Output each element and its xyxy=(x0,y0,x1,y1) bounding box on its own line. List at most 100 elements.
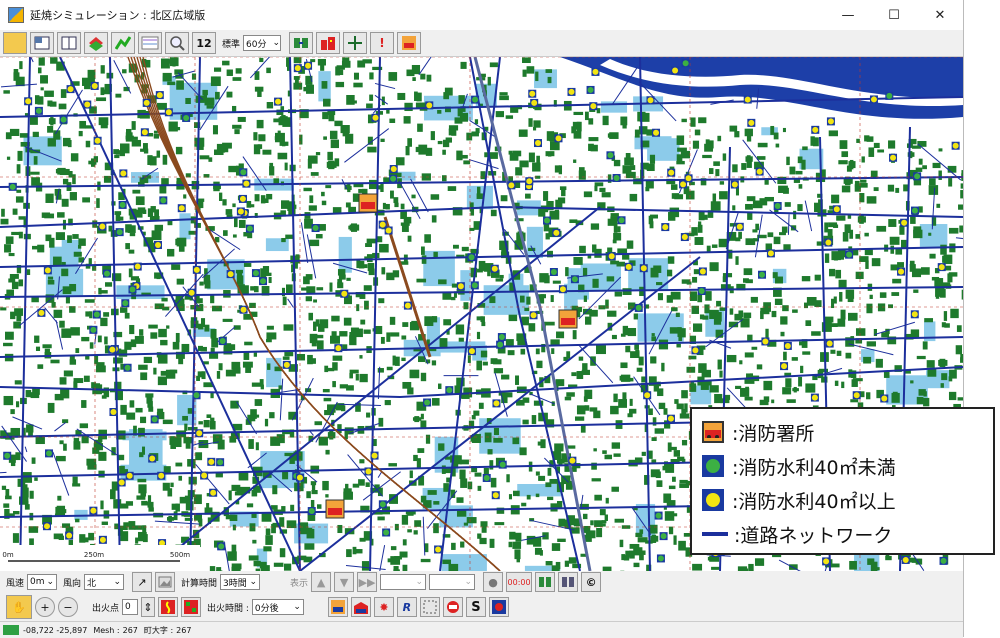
copyright-icon[interactable]: © xyxy=(581,572,601,592)
building xyxy=(672,477,676,482)
building xyxy=(56,195,62,200)
zoom-in-icon[interactable]: + xyxy=(35,597,55,617)
building xyxy=(265,535,272,545)
fire-time-select[interactable]: 0分後⌄ xyxy=(252,599,304,615)
close-button[interactable]: ✕ xyxy=(917,0,963,30)
building xyxy=(281,115,285,121)
magnifier-icon[interactable] xyxy=(165,32,189,54)
fr-icon[interactable]: R xyxy=(397,597,417,617)
fire-station-tool-icon[interactable] xyxy=(397,32,421,54)
table-icon[interactable] xyxy=(138,32,162,54)
interval-select[interactable]: 60分⌄ xyxy=(243,35,281,51)
building xyxy=(901,240,906,248)
building xyxy=(167,60,175,64)
building xyxy=(960,357,963,362)
building xyxy=(625,551,633,557)
fire-start-icon[interactable] xyxy=(158,597,178,617)
building xyxy=(17,164,21,173)
building xyxy=(132,121,136,130)
dashed-select-icon[interactable] xyxy=(420,597,440,617)
building xyxy=(322,201,326,205)
terrain-icon[interactable] xyxy=(111,32,135,54)
building xyxy=(161,371,169,376)
building xyxy=(605,300,609,309)
building xyxy=(622,288,631,295)
building xyxy=(579,170,586,179)
building xyxy=(573,330,577,339)
fast-forward-icon[interactable]: ▶▶ xyxy=(357,572,377,592)
building xyxy=(213,125,218,134)
chevron-down-icon: ⌄ xyxy=(113,577,121,587)
building xyxy=(745,279,752,283)
step-up-icon[interactable]: ▲ xyxy=(311,572,331,592)
building xyxy=(676,344,680,348)
building xyxy=(407,529,412,532)
fire-spread-icon[interactable] xyxy=(351,597,371,617)
maximize-button[interactable]: ☐ xyxy=(871,0,917,30)
hydrant-dot xyxy=(609,253,615,259)
minimize-button[interactable]: — xyxy=(825,0,871,30)
number-button[interactable]: 12 xyxy=(192,32,216,54)
building xyxy=(802,276,810,281)
hydrant-pair-icon[interactable] xyxy=(535,572,555,592)
hydrant-tool-icon[interactable] xyxy=(289,32,313,54)
building xyxy=(695,237,704,245)
hydrant-dot xyxy=(119,479,125,485)
building-tool-icon[interactable] xyxy=(316,32,340,54)
building xyxy=(782,387,791,394)
fire-grid-icon[interactable] xyxy=(328,597,348,617)
building xyxy=(579,357,583,361)
building xyxy=(842,186,850,193)
building xyxy=(233,525,236,531)
exclamation-tool-icon[interactable]: ! xyxy=(370,32,394,54)
layers-icon[interactable] xyxy=(84,32,108,54)
building xyxy=(285,235,293,239)
building xyxy=(652,333,655,336)
building xyxy=(545,322,555,326)
building xyxy=(366,103,373,108)
stop-record-icon[interactable] xyxy=(489,597,509,617)
badge-icon[interactable] xyxy=(443,597,463,617)
record-icon[interactable]: ● xyxy=(483,572,503,592)
building xyxy=(493,438,502,443)
building xyxy=(332,331,337,340)
timer-button[interactable]: 00:00 xyxy=(506,572,532,592)
wind-speed-select[interactable]: 0m⌄ xyxy=(27,574,57,590)
step-down-icon[interactable]: ▼ xyxy=(334,572,354,592)
display-select-2[interactable]: ⌄ xyxy=(429,574,475,590)
building xyxy=(655,428,664,433)
calc-time-select[interactable]: 3時間⌄ xyxy=(220,574,260,590)
window-split-icon[interactable] xyxy=(57,32,81,54)
building xyxy=(936,204,940,208)
building xyxy=(592,279,598,288)
building xyxy=(838,160,847,164)
building xyxy=(286,284,293,293)
crosshair-tool-icon[interactable] xyxy=(343,32,367,54)
display-select-1[interactable]: ⌄ xyxy=(380,574,426,590)
open-folder-icon[interactable] xyxy=(3,32,27,54)
building xyxy=(478,486,482,491)
fire-area-icon[interactable] xyxy=(181,597,201,617)
building xyxy=(217,144,225,153)
hydrant-dot xyxy=(901,220,907,226)
building xyxy=(520,447,527,455)
building xyxy=(723,153,726,160)
hydrant-pair-gray-icon[interactable] xyxy=(558,572,578,592)
building xyxy=(70,356,75,360)
hand-pan-icon[interactable]: ✋ xyxy=(6,595,32,619)
compass-icon[interactable]: ↗ xyxy=(132,572,152,592)
fire-point-stepper-icon[interactable]: ⇕ xyxy=(141,597,155,617)
wind-direction-select[interactable]: 北⌄ xyxy=(84,574,124,590)
building xyxy=(443,483,449,492)
fire-point-input[interactable]: 0 xyxy=(122,599,138,615)
burst-icon[interactable]: ✸ xyxy=(374,597,394,617)
building xyxy=(367,147,376,153)
building xyxy=(339,275,346,280)
zoom-out-icon[interactable]: − xyxy=(58,597,78,617)
window-tile-icon[interactable] xyxy=(30,32,54,54)
building xyxy=(6,132,12,139)
building xyxy=(283,297,287,305)
picture-icon[interactable] xyxy=(155,572,175,592)
building xyxy=(135,408,142,413)
s-button[interactable]: S xyxy=(466,597,486,617)
